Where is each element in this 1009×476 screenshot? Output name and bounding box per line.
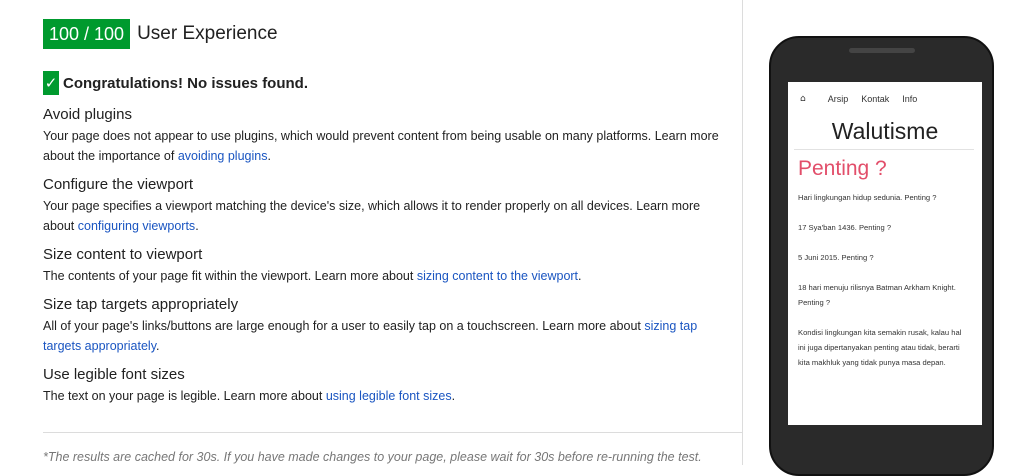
phone-screen: ⌂ Arsip Kontak Info Walutisme Penting ? …: [788, 82, 982, 425]
post-title: Penting ?: [798, 157, 887, 180]
phone-speaker: [849, 48, 915, 53]
rule-configure-viewport: Configure the viewport Your page specifi…: [43, 176, 733, 236]
post-paragraph: 17 Sya'ban 1436. Penting ?: [798, 223, 892, 232]
section-title: User Experience: [137, 23, 278, 44]
rule-description: All of your page's links/buttons are lar…: [43, 319, 698, 353]
rule-title: Avoid plugins: [43, 106, 132, 123]
site-divider: [794, 149, 974, 150]
check-icon: ✓: [43, 71, 59, 95]
phone-preview: ⌂ Arsip Kontak Info Walutisme Penting ? …: [769, 36, 994, 476]
post-paragraph: 18 hari menuju rilisnya Batman Arkham Kn…: [798, 283, 956, 307]
footer-divider: [43, 432, 742, 433]
post-paragraph: 5 Juni 2015. Penting ?: [798, 253, 874, 262]
score-badge: 100 / 100: [43, 19, 131, 49]
learn-more-link[interactable]: using legible font sizes: [326, 389, 452, 403]
rule-legible-fonts: Use legible font sizes The text on your …: [43, 366, 733, 406]
post-paragraph: Kondisi lingkungan kita semakin rusak, k…: [798, 328, 962, 367]
congrats-text: Congratulations! No issues found.: [63, 74, 309, 92]
nav-item-info: Info: [902, 94, 918, 104]
cache-note: *The results are cached for 30s. If you …: [43, 450, 702, 464]
learn-more-link[interactable]: avoiding plugins: [178, 149, 268, 163]
rule-title: Size tap targets appropriately: [43, 296, 239, 313]
rule-avoid-plugins: Avoid plugins Your page does not appear …: [43, 106, 733, 166]
learn-more-link[interactable]: sizing content to the viewport: [417, 269, 578, 283]
home-icon: ⌂: [800, 94, 806, 104]
learn-more-link[interactable]: configuring viewports: [78, 219, 195, 233]
rule-description: Your page specifies a viewport matching …: [43, 199, 701, 233]
site-nav: ⌂ Arsip Kontak Info: [788, 89, 982, 109]
rule-title: Configure the viewport: [43, 176, 194, 193]
rule-title: Use legible font sizes: [43, 366, 185, 383]
nav-item-arsip: Arsip: [827, 94, 849, 104]
rule-title: Size content to viewport: [43, 246, 203, 263]
rule-description: The text on your page is legible. Learn …: [43, 389, 456, 403]
results-panel: 100 / 100 User Experience ✓ Congratulati…: [0, 0, 742, 465]
nav-item-kontak: Kontak: [861, 94, 890, 104]
rule-tap-targets: Size tap targets appropriately All of yo…: [43, 296, 733, 356]
score-header: 100 / 100 User Experience: [43, 19, 278, 49]
post-paragraph: Hari lingkungan hidup sedunia. Penting ?: [798, 193, 937, 202]
rule-description: The contents of your page fit within the…: [43, 269, 582, 283]
panel-divider: [742, 0, 743, 465]
site-title: Walutisme: [831, 118, 939, 144]
rule-description: Your page does not appear to use plugins…: [43, 129, 719, 163]
rule-size-content: Size content to viewport The contents of…: [43, 246, 733, 286]
congrats-banner: ✓ Congratulations! No issues found.: [43, 71, 308, 95]
